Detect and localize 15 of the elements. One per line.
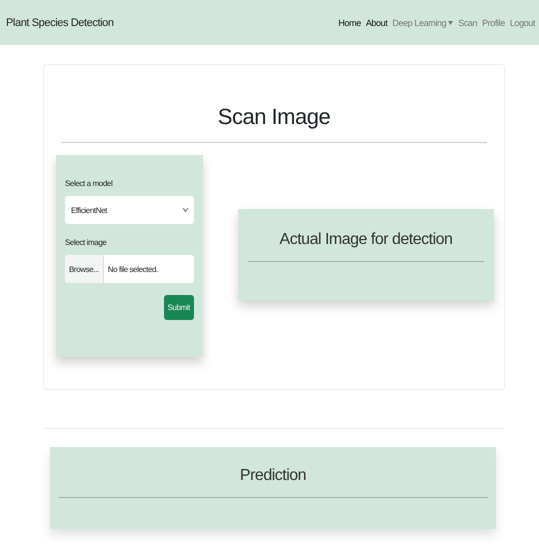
field-label: Select image [65, 238, 108, 247]
nav-link[interactable]: Home [338, 18, 361, 28]
page-title: Scan Image [216, 103, 332, 131]
nav-link[interactable]: Scan [458, 18, 478, 28]
nav-link[interactable]: About [366, 18, 388, 28]
nav-link[interactable]: Deep Learning [392, 18, 454, 28]
model-select[interactable]: EfficientNet [65, 196, 194, 224]
submit-button[interactable]: Submit [164, 295, 194, 320]
field-label: Select a model [65, 179, 114, 188]
file-input[interactable]: Browse... No file selected. [65, 255, 194, 283]
chevron-icon [183, 208, 188, 212]
brand-name[interactable]: Plant Species Detection [6, 16, 114, 28]
nav-link[interactable]: Logout [510, 18, 535, 28]
prediction-title: Prediction [238, 467, 308, 485]
preview-title: Actual Image for detection [278, 231, 454, 249]
